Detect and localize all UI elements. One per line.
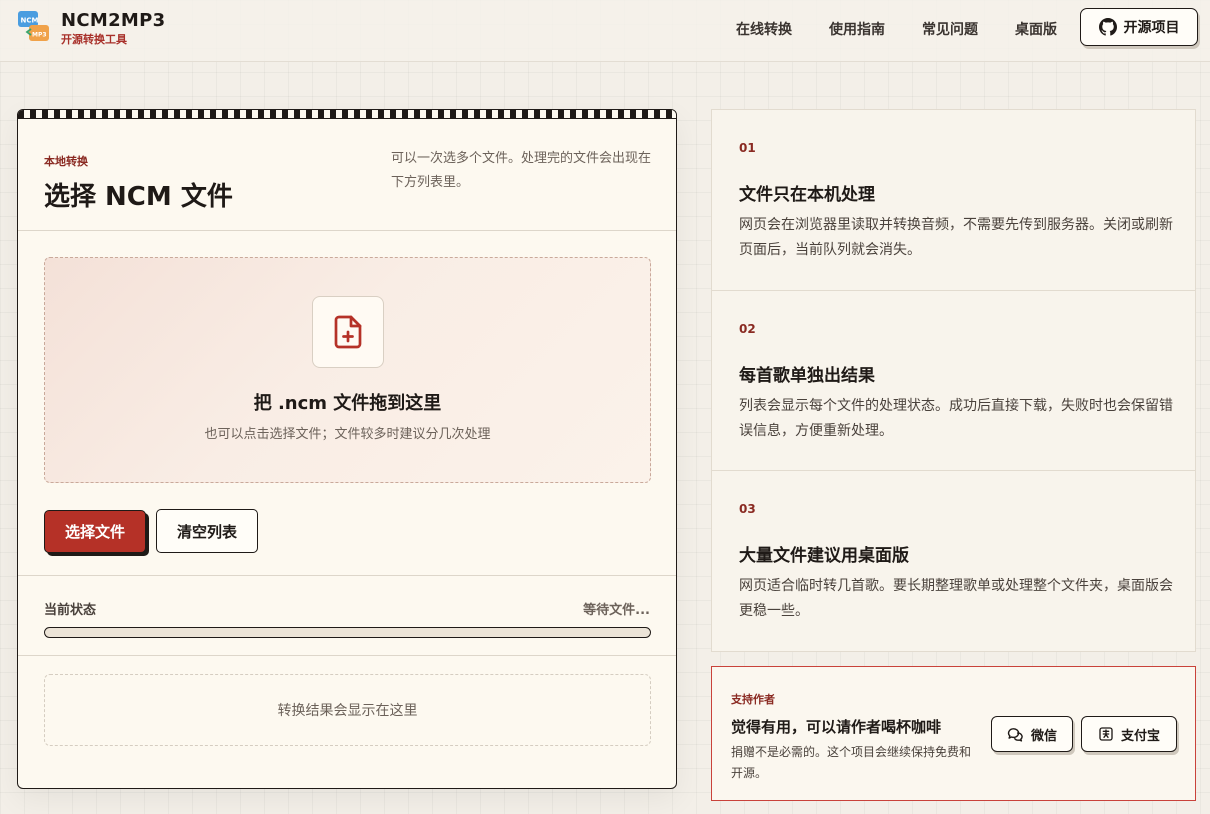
- divider: [18, 230, 676, 231]
- divider: [18, 655, 676, 656]
- results-placeholder: 转换结果会显示在这里: [44, 674, 651, 746]
- alipay-button[interactable]: 支付宝: [1081, 716, 1177, 752]
- file-add-icon: [334, 315, 362, 349]
- github-button[interactable]: 开源项目: [1080, 8, 1198, 46]
- progress-bar: [44, 627, 651, 638]
- divider: [18, 575, 676, 576]
- svg-text:MP3: MP3: [32, 32, 47, 39]
- support-body: 捐赠不是必需的。这个项目会继续保持免费和开源。: [731, 745, 972, 780]
- feature-body: 网页适合临时转几首歌。要长期整理歌单或处理整个文件夹，桌面版会更稳一些。: [739, 578, 1173, 619]
- card-decorative-strip: [18, 110, 676, 119]
- status-value: 等待文件...: [583, 603, 650, 618]
- brand-subtitle: 开源转换工具: [61, 33, 127, 46]
- wechat-button-label: 微信: [1030, 728, 1057, 744]
- nav-desktop[interactable]: 桌面版: [1015, 19, 1057, 39]
- clear-list-button[interactable]: 清空列表: [156, 509, 258, 553]
- wechat-button[interactable]: 微信: [991, 716, 1073, 752]
- chat-bubbles-icon: [1007, 727, 1023, 742]
- github-icon: [1098, 18, 1117, 36]
- alipay-icon: [1099, 727, 1113, 741]
- support-title: 觉得有用，可以请作者喝杯咖啡: [731, 718, 942, 736]
- converter-description: 可以一次选多个文件。处理完的文件会出现在下方列表里。: [391, 151, 652, 190]
- nav-faq[interactable]: 常见问题: [922, 19, 978, 39]
- nav-guide[interactable]: 使用指南: [829, 19, 885, 39]
- feature-body: 网页会在浏览器里读取并转换音频，不需要先传到服务器。关闭或刷新页面后，当前队列就…: [739, 217, 1173, 258]
- feature-title: 大量文件建议用桌面版: [739, 546, 909, 566]
- alipay-button-label: 支付宝: [1120, 728, 1160, 744]
- svg-text:NCM: NCM: [21, 17, 39, 25]
- top-header: NCM MP3 NCM2MP3 开源转换工具 在线转换 使用指南 常见问题 桌面…: [0, 0, 1210, 62]
- feature-card: 01 文件只在本机处理 网页会在浏览器里读取并转换音频，不需要先传到服务器。关闭…: [711, 109, 1196, 291]
- feature-card: 03 大量文件建议用桌面版 网页适合临时转几首歌。要长期整理歌单或处理整个文件夹…: [711, 470, 1196, 652]
- support-eyebrow: 支持作者: [731, 693, 775, 706]
- nav-online-convert[interactable]: 在线转换: [736, 19, 792, 39]
- status-label: 当前状态: [44, 603, 97, 618]
- feature-number: 03: [739, 502, 756, 516]
- brand-title: NCM2MP3: [61, 10, 166, 31]
- support-card: 支持作者 觉得有用，可以请作者喝杯咖啡 捐赠不是必需的。这个项目会继续保持免费和…: [711, 666, 1196, 801]
- converter-card: 本地转换 选择 NCM 文件 可以一次选多个文件。处理完的文件会出现在下方列表里…: [17, 109, 677, 789]
- github-button-label: 开源项目: [1123, 20, 1180, 36]
- feature-number: 02: [739, 322, 756, 336]
- feature-title: 每首歌单独出结果: [739, 366, 875, 386]
- dropzone-subtitle: 也可以点击选择文件；文件较多时建议分几次处理: [204, 427, 491, 442]
- select-files-button[interactable]: 选择文件: [44, 510, 146, 553]
- app-logo-icon: NCM MP3: [18, 11, 49, 41]
- feature-number: 01: [739, 141, 756, 155]
- feature-body: 列表会显示每个文件的处理状态。成功后直接下载，失败时也会保留错误信息，方便重新处…: [739, 398, 1173, 439]
- feature-card: 02 每首歌单独出结果 列表会显示每个文件的处理状态。成功后直接下载，失败时也会…: [711, 290, 1196, 471]
- dropzone-title: 把 .ncm 文件拖到这里: [253, 393, 442, 414]
- drop-icon-box: [312, 296, 384, 368]
- converter-eyebrow: 本地转换: [44, 155, 88, 168]
- converter-title: 选择 NCM 文件: [44, 182, 233, 212]
- file-dropzone[interactable]: 把 .ncm 文件拖到这里 也可以点击选择文件；文件较多时建议分几次处理: [44, 257, 651, 483]
- feature-title: 文件只在本机处理: [739, 185, 875, 205]
